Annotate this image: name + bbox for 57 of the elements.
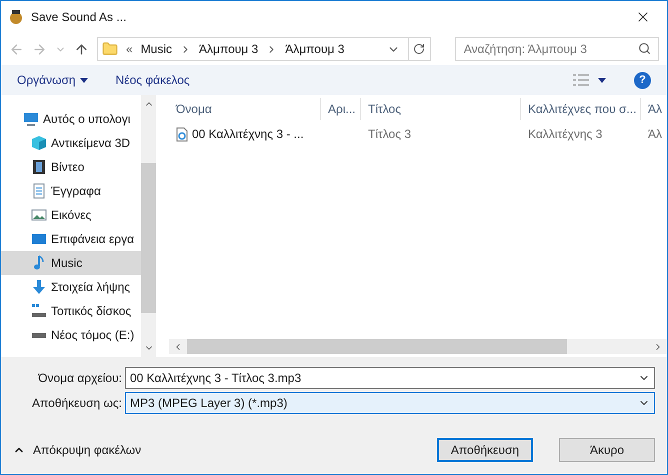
column-header[interactable]: Άλ (641, 98, 667, 120)
view-options-button[interactable] (572, 74, 606, 86)
search-field[interactable]: Αναζήτηση: Άλμπουμ 3 (454, 37, 659, 61)
sidebar-item[interactable]: Εικόνες (1, 203, 141, 227)
desktop-icon (31, 231, 47, 247)
computer-icon (23, 111, 39, 127)
table-cell-text: Τίτλος 3 (368, 126, 412, 143)
breadcrumb[interactable]: Άλμπουμ 3 (199, 40, 258, 58)
film-icon (31, 159, 47, 175)
sidebar-item[interactable]: Στοιχεία λήψης (1, 275, 141, 299)
up-button[interactable] (74, 42, 89, 56)
document-icon (31, 183, 47, 199)
table-cell-text: Άλ (648, 126, 662, 143)
download-arrow-icon (31, 279, 47, 295)
hide-folders-button[interactable]: Απόκρυψη φακέλων (13, 441, 142, 459)
image-icon (31, 207, 47, 223)
caret-icon (80, 78, 88, 82)
save-button[interactable]: Αποθήκευση (437, 438, 533, 462)
table-cell[interactable]: 00 Καλλιτέχνης 3 - ... (192, 125, 304, 143)
vertical-scrollbar[interactable] (141, 95, 156, 357)
column-header[interactable]: Αρι... (321, 98, 361, 120)
sidebar-item[interactable]: Βίντεο (1, 155, 141, 179)
window-title: Save Sound As ... (31, 9, 126, 26)
overflow-chevron[interactable]: « (126, 40, 133, 58)
app-icon (9, 9, 23, 25)
sidebar-item[interactable]: Αντικείμενα 3D (1, 131, 141, 155)
column-header[interactable]: Όνομα (169, 98, 321, 120)
breadcrumb[interactable]: Music (140, 40, 172, 58)
horizontal-scrollbar[interactable] (169, 339, 667, 354)
sidebar-item[interactable]: Έγγραφα (1, 179, 141, 203)
sidebar-item[interactable]: Τοπικός δίσκος (1, 299, 141, 323)
sidebar-item[interactable]: Νέος τόμος (E:) (1, 323, 141, 347)
details-view-icon (572, 74, 590, 86)
field-label: Αποθήκευση ως: (31, 395, 123, 412)
caret-icon (598, 78, 606, 82)
column-header[interactable]: Τίτλος (361, 98, 521, 120)
breadcrumb[interactable]: Άλμπουμ 3 (285, 40, 344, 58)
file-type-dropdown[interactable]: MP3 (MPEG Layer 3) (*.mp3) (125, 392, 655, 414)
address-bar[interactable]: « Music Άλμπουμ 3 Άλμπουμ 3 (97, 37, 431, 61)
organize-button[interactable]: Οργάνωση (17, 71, 88, 89)
drive-icon (31, 303, 47, 319)
drive-icon (32, 332, 46, 338)
sidebar-item[interactable]: Αυτός ο υπολογι (1, 107, 141, 131)
audio-file-icon (176, 126, 188, 142)
sidebar-item[interactable]: Music (1, 251, 141, 275)
refresh-icon (413, 43, 426, 55)
search-icon (638, 42, 651, 55)
new-folder-button[interactable]: Νέος φάκελος (116, 71, 190, 89)
cancel-button[interactable]: Άκυρο (559, 438, 655, 462)
help-button[interactable]: ? (634, 72, 651, 88)
folder-icon (102, 41, 118, 57)
table-cell-text: Καλλιτέχνης 3 (528, 126, 602, 143)
filename-field[interactable]: 00 Καλλιτέχνης 3 - Τίτλος 3.mp3 (125, 367, 655, 389)
column-header[interactable]: Καλλιτέχνες που σ... (521, 98, 641, 120)
cube-icon (31, 135, 47, 151)
field-label: Όνομα αρχείου: (36, 370, 123, 387)
sidebar-item[interactable]: Επιφάνεια εργα (1, 227, 141, 251)
